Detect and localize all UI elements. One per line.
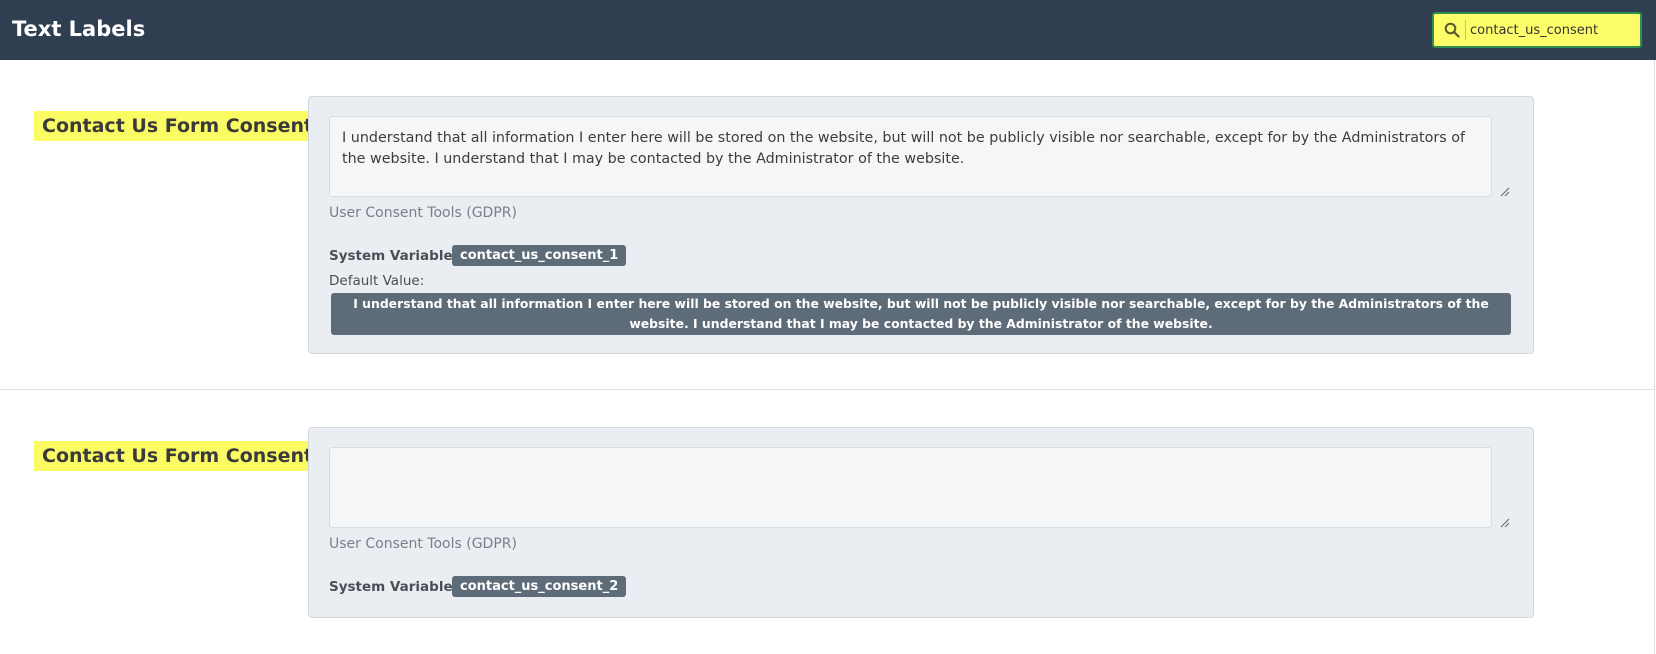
text-label-name: Contact Us Form Consent 2 (34, 441, 341, 471)
search-box[interactable] (1432, 12, 1642, 48)
help-text: User Consent Tools (GDPR) (329, 536, 517, 552)
default-value-badge: I understand that all information I ente… (331, 293, 1511, 335)
label-value-textarea[interactable]: I understand that all information I ente… (329, 116, 1492, 197)
resize-grip-icon[interactable] (1500, 187, 1510, 197)
text-label-panel: User Consent Tools (GDPR) System Variabl… (308, 427, 1534, 618)
label-value-textarea[interactable] (329, 447, 1492, 528)
text-label-row: Contact Us Form Consent 2 User Consent T… (0, 391, 1654, 654)
system-variable-badge: contact_us_consent_1 (452, 245, 627, 266)
text-label-panel: I understand that all information I ente… (308, 96, 1534, 354)
default-value-label: Default Value: (329, 273, 425, 289)
top-bar: Text Labels (0, 0, 1656, 60)
page-title: Text Labels (12, 17, 146, 41)
scroll-edge (1654, 60, 1655, 654)
system-variable-label: System Variable: (329, 579, 458, 595)
system-variable-badge: contact_us_consent_2 (452, 576, 627, 597)
text-label-row: Contact Us Form Consent 1 I understand t… (0, 60, 1654, 390)
search-input[interactable] (1470, 19, 1636, 41)
search-icon (1440, 20, 1466, 40)
help-text: User Consent Tools (GDPR) (329, 205, 517, 221)
system-variable-label: System Variable: (329, 248, 458, 264)
text-label-name: Contact Us Form Consent 1 (34, 111, 341, 141)
resize-grip-icon[interactable] (1500, 518, 1510, 528)
